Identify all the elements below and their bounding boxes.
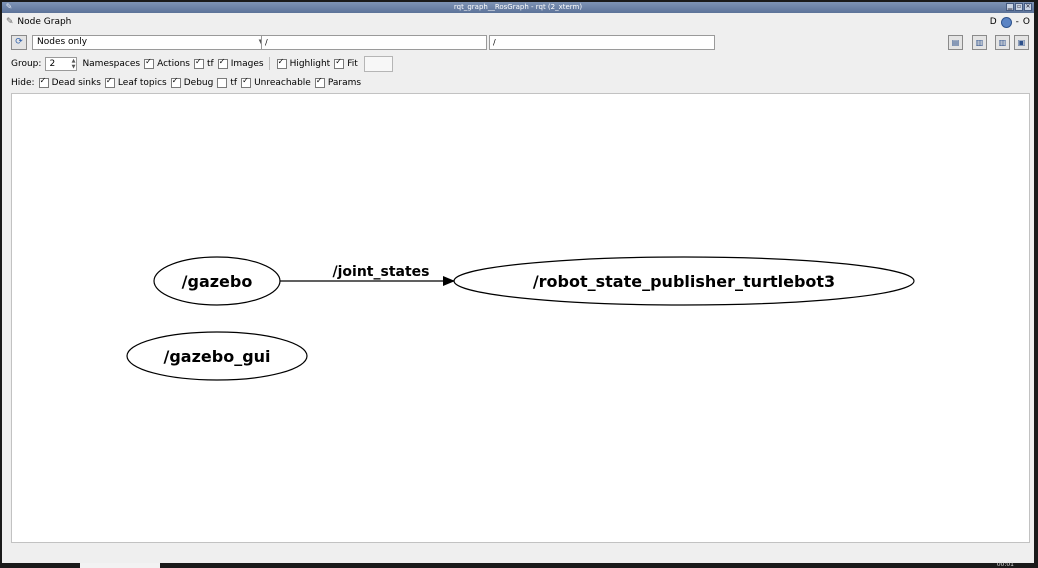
unreachable-label: Unreachable <box>254 77 311 88</box>
rqt-window: ✎ rqt_graph__RosGraph - rqt (2_xterm) ▁ … <box>2 2 1034 563</box>
load-dot-button[interactable]: ▤ <box>948 35 963 50</box>
graph-canvas[interactable]: /gazebo /joint_states /robot_state_publi… <box>11 93 1030 543</box>
spin-arrows-icon[interactable]: ▲ ▼ <box>72 58 76 70</box>
group-value: 2 <box>49 58 56 69</box>
dead-sinks-label: Dead sinks <box>51 77 101 88</box>
highlight-label: Highlight <box>289 58 331 69</box>
options-row: Group: 2 ▲▼ Namespaces Actions tf Images… <box>11 55 411 72</box>
graph-node-gazebo[interactable]: /gazebo <box>153 256 281 306</box>
window-controls: ▁ ▫ ✕ <box>1006 3 1032 11</box>
fit-in-view-button[interactable] <box>363 55 393 72</box>
actions-checkbox[interactable] <box>144 57 155 69</box>
dead-sinks-checkbox[interactable] <box>38 76 49 88</box>
window-title: rqt_graph__RosGraph - rqt (2_xterm) <box>453 3 583 11</box>
graph-edge-joint-states[interactable]: /joint_states <box>280 264 455 286</box>
node-filter-input[interactable] <box>261 35 487 50</box>
maximize-button[interactable]: ▫ <box>1015 3 1023 11</box>
graph-svg: /gazebo /joint_states /robot_state_publi… <box>126 256 915 381</box>
debug-label: Debug <box>183 77 214 88</box>
node-label-gazebo: /gazebo <box>182 272 253 291</box>
save-dot-icon: ▥ <box>975 38 984 47</box>
taskbar-item[interactable] <box>80 563 160 568</box>
graph-node-gazebo-gui[interactable]: /gazebo_gui <box>126 331 308 381</box>
graph-node-robot-state-publisher[interactable]: /robot_state_publisher_turtlebot3 <box>453 256 915 306</box>
title-bar[interactable]: ✎ rqt_graph__RosGraph - rqt (2_xterm) ▁ … <box>2 2 1034 13</box>
save-svg-icon: ▥ <box>998 38 1007 47</box>
hide-label: Hide: <box>11 77 35 88</box>
fit-checkbox[interactable] <box>334 57 345 69</box>
namespaces-label: Namespaces <box>82 58 141 69</box>
plugin-title-text: Node Graph <box>17 17 72 27</box>
close-button[interactable]: ✕ <box>1024 3 1032 11</box>
group-label: Group: <box>11 58 42 69</box>
tf-label: tf <box>206 58 214 69</box>
save-dot-button[interactable]: ▥ <box>972 35 987 50</box>
images-checkbox[interactable] <box>217 57 228 69</box>
hide-row: Hide: Dead sinks Leaf topics Debug tf Un… <box>11 75 361 90</box>
close-plugin-button[interactable]: O <box>1023 17 1030 27</box>
save-svg-button[interactable]: ▥ <box>995 35 1010 50</box>
plugin-controls: D - O <box>990 15 1030 29</box>
minimize-button[interactable]: ▁ <box>1006 3 1014 11</box>
refresh-icon: ⟳ <box>15 37 23 47</box>
edge-label-joint-states: /joint_states <box>333 264 430 280</box>
separator <box>268 57 270 70</box>
params-checkbox[interactable] <box>314 76 325 88</box>
params-label: Params <box>327 77 362 88</box>
minimize-plugin-button[interactable]: - <box>1016 17 1019 27</box>
tf-checkbox[interactable] <box>193 57 204 69</box>
debug-checkbox[interactable] <box>170 76 181 88</box>
refresh-button[interactable]: ⟳ <box>11 35 27 50</box>
hide-tf-checkbox[interactable] <box>217 77 228 88</box>
actions-label: Actions <box>157 58 190 69</box>
toolbar-row: ⟳ Nodes only ▼ ▤ ▥ ▥ ▣ <box>11 34 1029 52</box>
node-label-gazebo-gui: /gazebo_gui <box>163 347 270 366</box>
fit-label: Fit <box>347 58 358 69</box>
rqt-app-icon: ✎ <box>5 2 13 11</box>
hide-tf-label: tf <box>230 77 238 88</box>
highlight-checkbox[interactable] <box>276 57 287 69</box>
group-spinbox[interactable]: 2 ▲ ▼ <box>45 56 78 71</box>
plugin-icon: ✎ <box>6 17 14 27</box>
node-label-robot-state-publisher: /robot_state_publisher_turtlebot3 <box>533 272 835 291</box>
load-dot-icon: ▤ <box>951 38 960 47</box>
plugin-title: ✎ Node Graph <box>6 15 71 29</box>
help-icon[interactable] <box>1000 16 1012 28</box>
save-image-button[interactable]: ▣ <box>1014 35 1029 50</box>
save-image-icon: ▣ <box>1017 38 1026 47</box>
taskbar-clock: 00:01 <box>996 561 1014 568</box>
leaf-topics-checkbox[interactable] <box>104 76 115 88</box>
graph-mode-select[interactable]: Nodes only ▼ <box>32 35 269 50</box>
graph-mode-value: Nodes only <box>37 37 88 47</box>
topic-filter-input[interactable] <box>489 35 715 50</box>
dock-button[interactable]: D <box>990 17 997 27</box>
unreachable-checkbox[interactable] <box>241 76 252 88</box>
leaf-topics-label: Leaf topics <box>117 77 167 88</box>
images-label: Images <box>230 58 264 69</box>
